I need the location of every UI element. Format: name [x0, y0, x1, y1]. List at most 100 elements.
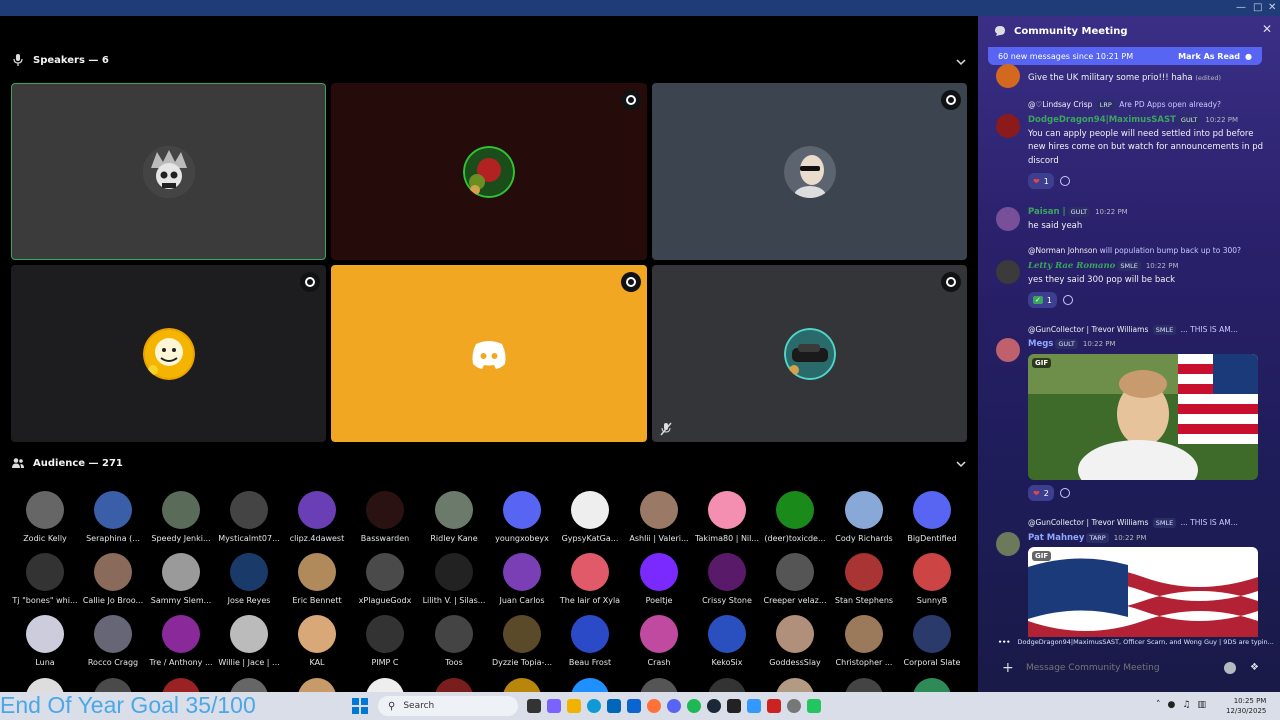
emoji-icon[interactable] [1224, 662, 1236, 674]
checkmark-reaction[interactable]: ✓ 1 [1028, 292, 1057, 308]
audience-member[interactable]: Luna [12, 615, 78, 668]
clock[interactable]: 10:25 PM 12/30/2025 [1226, 696, 1266, 716]
audience-member[interactable]: Beau Frost [557, 615, 623, 668]
steam-icon[interactable] [707, 699, 721, 713]
copilot-icon[interactable] [547, 699, 561, 713]
audience-member[interactable]: Toos [421, 615, 487, 668]
audience-member[interactable]: KAL [284, 615, 350, 668]
audience-member[interactable]: Mysticalmt07... [216, 491, 282, 544]
mic-tray-icon[interactable]: ● [1168, 700, 1176, 710]
audience-member[interactable]: Cody Richards [831, 491, 897, 544]
firefox-icon[interactable] [647, 699, 661, 713]
audience-member[interactable]: xPlagueGodx [352, 553, 418, 606]
speaker-tile[interactable] [11, 83, 326, 260]
audience-member[interactable]: Eric Bennett [284, 553, 350, 606]
speakers-header[interactable]: Speakers — 6 [12, 51, 109, 69]
windows-start-icon[interactable] [352, 698, 368, 714]
discord-taskbar-icon[interactable] [667, 699, 681, 713]
audience-member[interactable]: Speedy Jenki... [148, 491, 214, 544]
audience-member[interactable]: Corporal Slate [899, 615, 965, 668]
audience-member[interactable]: KekoSix [694, 615, 760, 668]
username[interactable]: Megs [1028, 339, 1053, 349]
reply-preview[interactable]: @♡Lindsay Crisp LRP Are PD Apps open alr… [1028, 100, 1268, 110]
audience-member[interactable]: Tre / Anthony ... [148, 615, 214, 668]
gif-attachment[interactable]: GIF [1028, 354, 1258, 480]
apps-icon[interactable]: ❖ [1250, 662, 1262, 674]
reply-preview[interactable]: @GunCollector | Trevor Williams SMLE ...… [1028, 518, 1268, 528]
outlook-icon[interactable] [627, 699, 641, 713]
spotify-icon[interactable] [687, 699, 701, 713]
audience-member[interactable]: Juan Carlos [489, 553, 555, 606]
audience-member[interactable]: Sammy Slem... [148, 553, 214, 606]
username[interactable]: Pat Mahney [1028, 533, 1084, 543]
app-icon[interactable] [727, 699, 741, 713]
add-reaction-icon[interactable] [1062, 295, 1073, 305]
add-reaction-icon[interactable] [1059, 176, 1070, 186]
audience-member[interactable]: clipz.4dawest [284, 491, 350, 544]
audience-member[interactable]: youngxobeyx [489, 491, 555, 544]
audience-member[interactable]: Willie | Jace | ... [216, 615, 282, 668]
audience-member[interactable]: Stan Stephens [831, 553, 897, 606]
message-composer[interactable]: + ❖ [988, 656, 1270, 680]
heart-reaction[interactable]: ❤ 1 [1028, 173, 1054, 189]
settings-icon[interactable] [787, 699, 801, 713]
audience-member[interactable]: Ridley Kane [421, 491, 487, 544]
add-reaction-icon[interactable] [1059, 488, 1070, 498]
audience-member[interactable]: The lair of Xyla [557, 553, 623, 606]
audience-member[interactable]: Basswarden [352, 491, 418, 544]
network-icon[interactable]: ▥ [1197, 700, 1206, 710]
file-explorer-icon[interactable] [567, 699, 581, 713]
audience-member[interactable]: Rocco Cragg [80, 615, 146, 668]
edge-icon[interactable] [587, 699, 601, 713]
taskbar-search[interactable]: ⚲ Search [378, 696, 518, 716]
audience-member[interactable]: SunnyB [899, 553, 965, 606]
audience-member[interactable]: Lilith V. | Silas... [421, 553, 487, 606]
audience-member[interactable]: Jose Reyes [216, 553, 282, 606]
speaker-tile[interactable] [331, 83, 647, 260]
speaker-tile[interactable] [652, 83, 967, 260]
username[interactable]: Letty Rae Romano [1028, 261, 1115, 271]
task-view-icon[interactable] [527, 699, 541, 713]
app-icon[interactable] [767, 699, 781, 713]
close-chat-icon[interactable]: ✕ [1262, 22, 1272, 36]
user-avatar[interactable] [996, 207, 1020, 231]
audience-member[interactable]: Tj "bones" whi... [12, 553, 78, 606]
audience-member[interactable]: Seraphina (... [80, 491, 146, 544]
new-messages-bar[interactable]: 60 new messages since 10:21 PM Mark As R… [988, 47, 1262, 65]
mark-as-read-button[interactable]: Mark As Read ● [1178, 52, 1252, 61]
audience-member[interactable]: GypsyKatGa... [557, 491, 623, 544]
message-input[interactable] [1026, 663, 1224, 673]
user-avatar[interactable] [996, 338, 1020, 362]
chevron-down-icon[interactable] [955, 458, 967, 470]
minimize-icon[interactable]: — [1236, 1, 1246, 15]
audience-member[interactable]: Callie Jo Broo... [80, 553, 146, 606]
volume-icon[interactable]: ♫ [1182, 700, 1190, 710]
reply-preview[interactable]: @GunCollector | Trevor Williams SMLE ...… [1028, 325, 1268, 335]
close-icon[interactable]: ✕ [1268, 1, 1276, 15]
user-avatar[interactable] [996, 260, 1020, 284]
audience-member[interactable]: Takima80 | Nil... [694, 491, 760, 544]
audience-member[interactable]: Ashlii | Valeri... [626, 491, 692, 544]
audience-member[interactable]: GoddessSlay [762, 615, 828, 668]
audience-header[interactable]: Audience — 271 [12, 454, 123, 472]
gif-attachment[interactable]: GIF [1028, 547, 1258, 637]
heart-reaction[interactable]: ❤ 2 [1028, 485, 1054, 501]
username[interactable]: Paisan | [1028, 207, 1066, 217]
tray-chevron-icon[interactable]: ˄ [1156, 700, 1161, 710]
add-attachment-icon[interactable]: + [1002, 660, 1016, 676]
audience-member[interactable]: BigDentified [899, 491, 965, 544]
store-icon[interactable] [607, 699, 621, 713]
audience-member[interactable]: Dyzzie Topia-... [489, 615, 555, 668]
speaker-tile[interactable] [331, 265, 647, 442]
reply-preview[interactable]: @Norman Johnson will population bump bac… [1028, 246, 1268, 255]
audience-member[interactable]: (deer)toxicde... [762, 491, 828, 544]
speaker-tile[interactable] [11, 265, 326, 442]
app-icon[interactable] [747, 699, 761, 713]
audience-member[interactable]: Zodic Kelly [12, 491, 78, 544]
audience-member[interactable]: PIMP C [352, 615, 418, 668]
user-avatar[interactable] [996, 532, 1020, 556]
audience-member[interactable]: Poeltje [626, 553, 692, 606]
maximize-icon[interactable]: □ [1253, 1, 1262, 15]
speaker-tile[interactable] [652, 265, 967, 442]
username[interactable]: DodgeDragon94|MaximusSAST [1028, 115, 1176, 125]
